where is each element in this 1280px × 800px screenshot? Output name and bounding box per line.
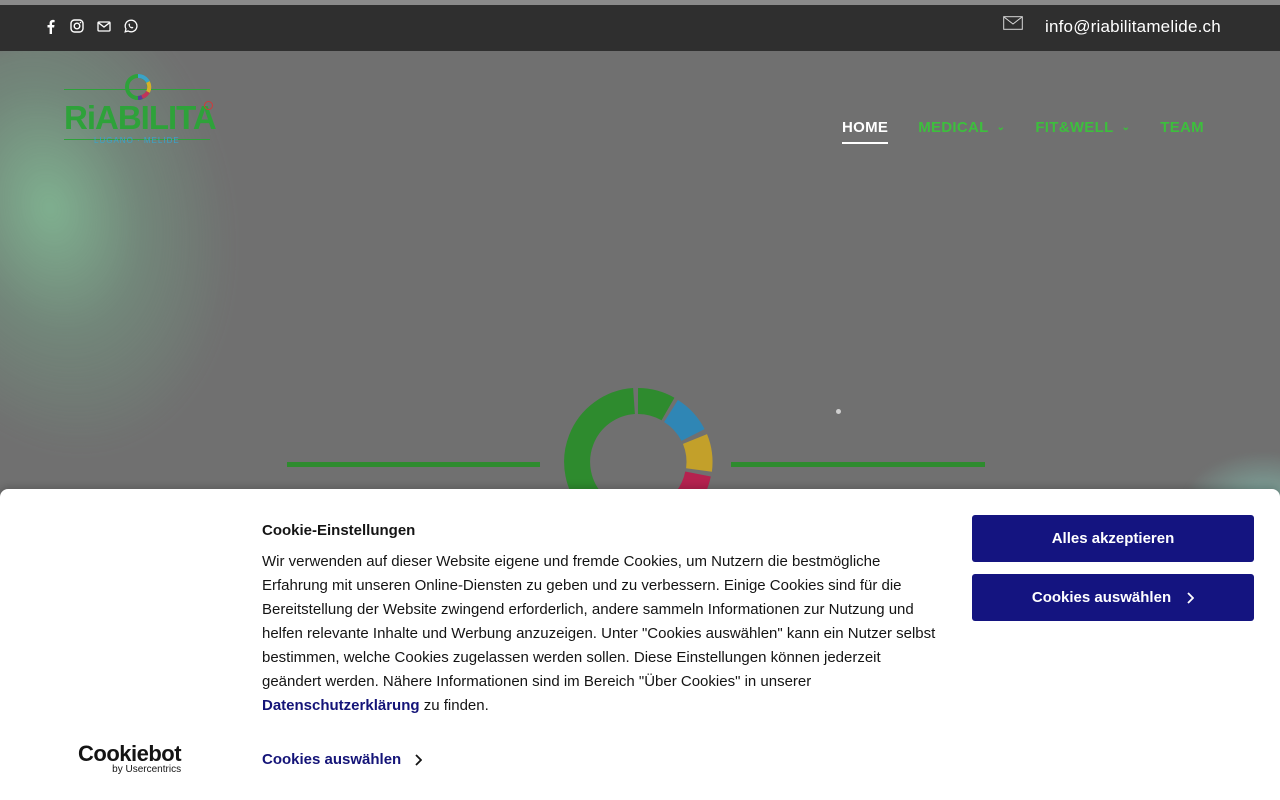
chevron-right-icon	[415, 753, 423, 766]
registered-mark	[204, 101, 213, 110]
envelope-icon	[1003, 16, 1023, 32]
mail-icon[interactable]	[96, 18, 112, 34]
logo-text: RiABILITA	[64, 99, 217, 136]
hero-line-left	[287, 462, 540, 467]
site-logo[interactable]: RiABILITA LUGANO · MELIDE	[64, 73, 217, 147]
main-nav: HOME MEDICAL ⌄ FIT&WELL ⌄ TEAM	[842, 119, 1204, 144]
cookie-text-before: Wir verwenden auf dieser Website eigene …	[262, 553, 936, 690]
accept-all-button[interactable]: Alles akzeptieren	[972, 515, 1254, 562]
whatsapp-icon[interactable]	[123, 18, 139, 34]
cookies-select-link-label: Cookies auswählen	[262, 751, 402, 768]
cookie-title: Cookie-Einstellungen	[262, 522, 416, 539]
cookiebot-logo: Cookiebot by Usercentrics	[78, 741, 182, 776]
top-bar: info@riabilitamelide.ch	[0, 5, 1280, 51]
nav-label: FIT&WELL	[1035, 119, 1114, 136]
nav-item-home[interactable]: HOME	[842, 119, 889, 144]
logo-subtitle: LUGANO · MELIDE	[94, 136, 180, 145]
nav-item-medical[interactable]: MEDICAL ⌄	[918, 119, 1005, 144]
cookie-text-after: zu finden.	[419, 697, 489, 714]
nav-label: MEDICAL	[918, 119, 989, 136]
cookie-description: Wir verwenden auf dieser Website eigene …	[262, 550, 942, 718]
cookies-select-link[interactable]: Cookies auswählen	[262, 751, 423, 768]
nav-item-fitwell[interactable]: FIT&WELL ⌄	[1035, 119, 1130, 144]
choose-cookies-button[interactable]: Cookies auswählen	[972, 574, 1254, 621]
nav-label: TEAM	[1160, 119, 1204, 136]
sparkle-dot	[836, 409, 841, 414]
contact-email-link[interactable]: info@riabilitamelide.ch	[1045, 17, 1221, 37]
cookiebot-brand: Cookiebot	[78, 741, 182, 766]
cookie-banner: Cookiebot by Usercentrics Cookie-Einstel…	[0, 489, 1280, 800]
accept-all-label: Alles akzeptieren	[1051, 530, 1175, 547]
chevron-down-icon: ⌄	[1121, 122, 1131, 133]
chevron-right-icon	[1187, 591, 1195, 604]
facebook-icon[interactable]	[42, 18, 58, 34]
chevron-down-icon: ⌄	[996, 122, 1006, 133]
privacy-policy-link[interactable]: Datenschutzerklärung	[262, 697, 420, 714]
hero-line-right	[731, 462, 985, 467]
instagram-icon[interactable]	[69, 18, 85, 34]
nav-item-team[interactable]: TEAM	[1160, 119, 1204, 144]
social-links	[42, 18, 139, 34]
nav-label: HOME	[842, 119, 889, 136]
choose-cookies-label: Cookies auswählen	[1031, 589, 1172, 606]
